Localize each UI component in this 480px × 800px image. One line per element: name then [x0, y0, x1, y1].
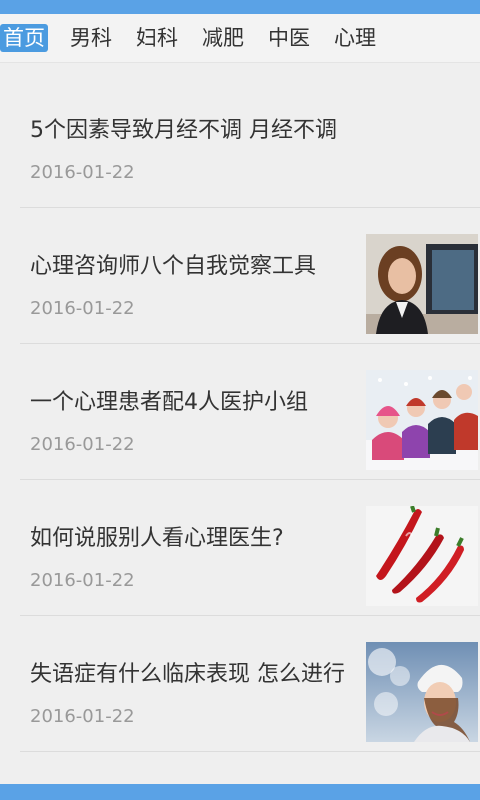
article-title: 一个心理患者配4人医护小组 — [30, 390, 308, 415]
bottom-bar — [0, 784, 480, 800]
list-item[interactable]: 心理咨询师八个自我觉察工具 2016-01-22 — [20, 208, 480, 344]
article-thumbnail — [366, 370, 478, 470]
article-title: 心理咨询师八个自我觉察工具 — [30, 254, 317, 279]
article-date: 2016-01-22 — [30, 298, 135, 319]
article-thumbnail — [366, 642, 478, 742]
article-thumbnail — [366, 506, 478, 606]
article-list: 5个因素导致月经不调 月经不调 2016-01-22 心理咨询师八个自我觉察工具… — [20, 72, 480, 752]
list-item[interactable]: 一个心理患者配4人医护小组 2016-01-22 — [20, 344, 480, 480]
tab-psychology[interactable]: 心理 — [332, 24, 378, 52]
article-title: 5个因素导致月经不调 月经不调 — [30, 118, 337, 143]
article-date: 2016-01-22 — [30, 162, 135, 183]
tabs-divider — [0, 62, 480, 63]
tab-weight-loss[interactable]: 减肥 — [200, 24, 246, 52]
tab-andrology[interactable]: 男科 — [68, 24, 114, 52]
tab-gynecology[interactable]: 妇科 — [134, 24, 180, 52]
article-date: 2016-01-22 — [30, 434, 135, 455]
article-title: 失语症有什么临床表现 怎么进行 — [30, 662, 345, 687]
list-item[interactable]: 如何说服别人看心理医生? 2016-01-22 — [20, 480, 480, 616]
list-item[interactable]: 5个因素导致月经不调 月经不调 2016-01-22 — [20, 72, 480, 208]
article-date: 2016-01-22 — [30, 706, 135, 727]
article-date: 2016-01-22 — [30, 570, 135, 591]
status-bar — [0, 0, 480, 14]
category-tabs: 首页 男科 妇科 减肥 中医 心理 — [0, 14, 480, 62]
article-thumbnail — [366, 234, 478, 334]
article-title: 如何说服别人看心理医生? — [30, 526, 284, 551]
tab-tcm[interactable]: 中医 — [266, 24, 312, 52]
tab-home[interactable]: 首页 — [0, 24, 48, 52]
list-item[interactable]: 失语症有什么临床表现 怎么进行 2016-01-22 — [20, 616, 480, 752]
